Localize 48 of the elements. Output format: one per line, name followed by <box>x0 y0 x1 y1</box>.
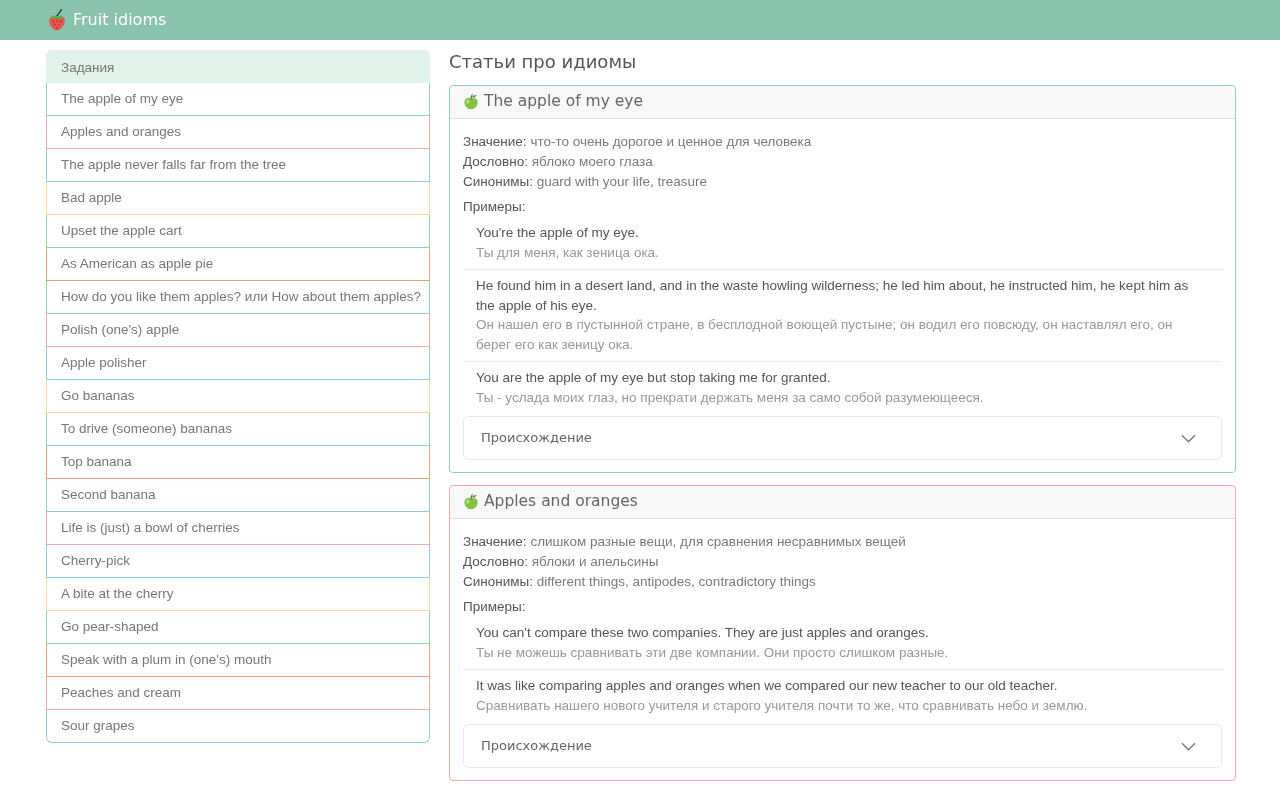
sidebar-link[interactable]: Cherry-pick <box>46 545 430 578</box>
sidebar-link[interactable]: Upset the apple cart <box>46 215 430 248</box>
definition-line: Дословно: яблоки и апельсины <box>463 553 660 571</box>
definition-line: Синонимы: different things, antipodes, contradictory things <box>463 573 817 591</box>
example-translation: Ты не можешь сравнивать эти две компании. Они просто слишком разные. <box>476 643 950 662</box>
example-sentence: You can't compare these two companies. They are just apples and oranges. <box>476 624 930 642</box>
article-title: Apples and oranges <box>484 491 638 513</box>
sidebar-link[interactable]: Speak with a plum in (one's) mouth <box>46 644 430 677</box>
examples-label: Примеры: <box>463 598 527 616</box>
example-translation: Ты - услада моих глаз, но прекрати держать меня за само собой разумеющееся. <box>476 388 985 407</box>
sidebar-link[interactable]: To drive (someone) bananas <box>46 413 430 446</box>
example-sentence: He found him in a desert land, and in the waste howling wilderness; he led him about, he instructed him, he kept him as the apple of his eye. <box>476 277 1190 315</box>
sidebar-link[interactable]: Peaches and cream <box>46 677 430 710</box>
definition-line: Дословно: яблоко моего глаза <box>463 153 654 171</box>
strawberry-icon <box>46 9 68 31</box>
sidebar-link[interactable]: Go pear-shaped <box>46 611 430 644</box>
apple-icon <box>463 494 479 510</box>
sidebar-link[interactable]: Sour grapes <box>46 710 430 743</box>
chevron-icon <box>1181 741 1196 751</box>
sidebar-link[interactable]: Polish (one's) apple <box>46 314 430 347</box>
example-translation: Он нашел его в пустынной стране, в бесплодной воющей пустыне; он водил его повсюду, он наставлял его, он берег его как зеницу ока. <box>476 316 1174 354</box>
definition-line: Синонимы: guard with your life, treasure <box>463 173 709 191</box>
sidebar-link[interactable]: How do you like them apples? или How about them apples? <box>46 281 430 314</box>
example-sentence: It was like comparing apples and oranges when we compared our new teacher to our old teacher. <box>476 677 1059 695</box>
sidebar-link[interactable]: The apple of my eye <box>46 83 430 116</box>
sidebar-link[interactable]: As American as apple pie <box>46 248 430 281</box>
example-sentence: You're the apple of my eye. <box>476 224 640 242</box>
examples-label: Примеры: <box>463 198 527 216</box>
page-heading: Статьи про идиомы <box>449 50 638 74</box>
apple-icon <box>463 94 479 110</box>
sidebar-link[interactable]: Apple polisher <box>46 347 430 380</box>
chevron-icon <box>1181 433 1196 443</box>
sidebar-link[interactable]: A bite at the cherry <box>46 578 430 611</box>
sidebar-link[interactable]: Life is (just) a bowl of cherries <box>46 512 430 545</box>
definition-line: Значение: слишком разные вещи, для сравнения несравнимых вещей <box>463 533 907 551</box>
definition-line: Значение: что-то очень дорогое и ценное для человека <box>463 133 813 151</box>
example-translation: Сравнивать нашего нового учителя и старого учителя почти то же, что сравнивать небо и землю. <box>476 696 1089 715</box>
origin-toggle[interactable]: Происхождение <box>464 417 1221 459</box>
sidebar-link[interactable]: Apples and oranges <box>46 116 430 149</box>
sidebar-link[interactable]: Second banana <box>46 479 430 512</box>
example-sentence: You are the apple of my eye but stop taking me for granted. <box>476 369 832 387</box>
sidebar-link[interactable]: The apple never falls far from the tree <box>46 149 430 182</box>
sidebar-link[interactable]: Top banana <box>46 446 430 479</box>
article-title: The apple of my eye <box>484 91 643 113</box>
example-translation: Ты для меня, как зеница ока. <box>476 243 660 262</box>
sidebar-link[interactable]: Go bananas <box>46 380 430 413</box>
sidebar-link[interactable]: Bad apple <box>46 182 430 215</box>
list-header: Задания <box>46 50 430 83</box>
